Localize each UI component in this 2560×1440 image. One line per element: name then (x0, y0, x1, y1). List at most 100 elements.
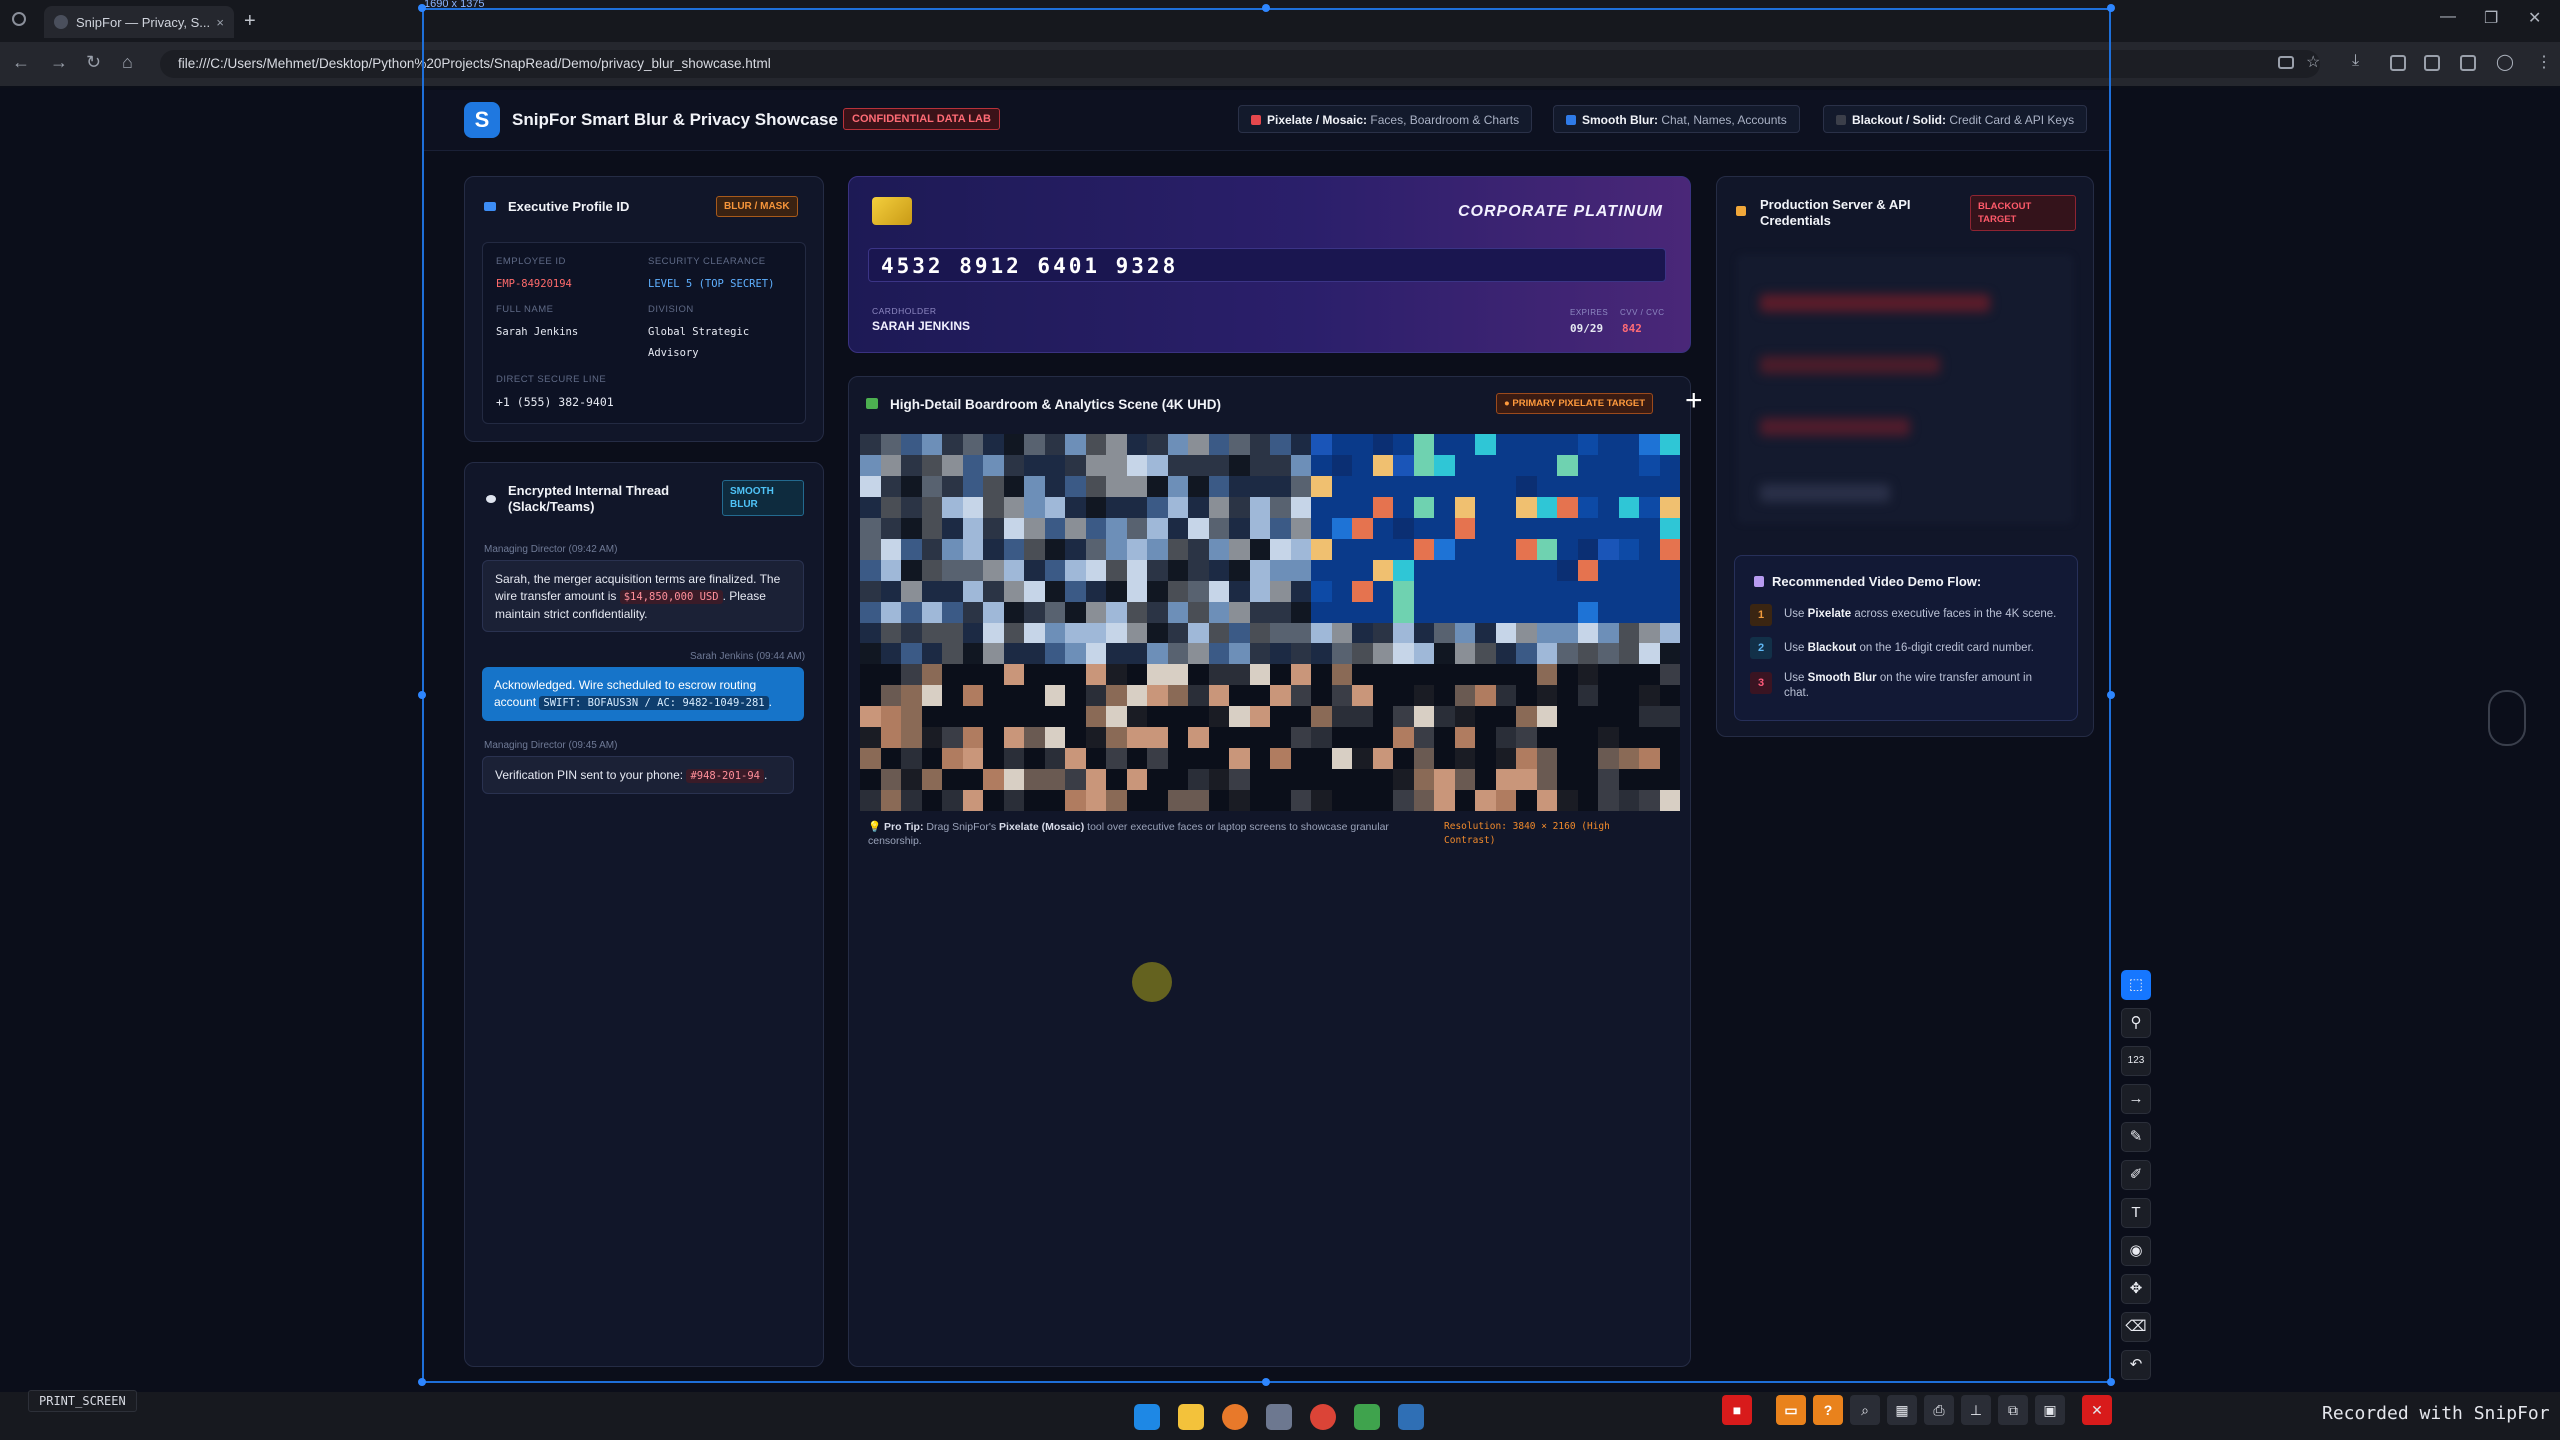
stamp-tool-icon[interactable]: ⚲ (2121, 1008, 2151, 1038)
mosaic-tile (1106, 475, 1127, 497)
counter-tool-icon[interactable]: 123 (2121, 1046, 2151, 1076)
resize-handle[interactable] (1262, 4, 1270, 12)
mosaic-tile (1352, 434, 1373, 455)
mosaic-tile (1229, 643, 1250, 665)
download-icon[interactable]: ⤓ (2352, 52, 2359, 70)
mosaic-tile (901, 538, 922, 560)
extensions-icon[interactable] (2460, 55, 2476, 71)
mosaic-tile (1659, 727, 1680, 749)
mosaic-tile (1536, 643, 1557, 665)
mosaic-tile (1475, 601, 1496, 623)
color-palette-icon[interactable]: ◉ (2121, 1236, 2151, 1266)
mosaic-tile (1188, 434, 1209, 455)
windows-start-icon[interactable] (1134, 1404, 1160, 1430)
mosaic-tile (1413, 517, 1434, 539)
record-button[interactable]: ■ (1722, 1395, 1752, 1425)
chrome-icon[interactable] (1310, 1404, 1336, 1430)
qr-button[interactable]: ▦ (1887, 1395, 1917, 1425)
browser-menu-dots-icon[interactable]: ⋮ (2536, 52, 2552, 72)
text-tool-icon[interactable]: T (2121, 1198, 2151, 1228)
resize-handle[interactable] (418, 1378, 426, 1386)
mosaic-tile (1516, 496, 1537, 518)
address-bar[interactable]: file:///C:/Users/Mehmet/Desktop/Python%2… (160, 50, 2320, 78)
mosaic-tile (921, 454, 942, 476)
bookmarks-icon[interactable] (2390, 55, 2406, 71)
pro-tip-text: Drag SnipFor's (926, 821, 997, 833)
help-button[interactable]: ? (1813, 1395, 1843, 1425)
maximize-button[interactable]: ❐ (2484, 8, 2498, 28)
full-name-label: FULL NAME (496, 304, 554, 315)
minimize-button[interactable]: — (2440, 8, 2456, 26)
resize-handle[interactable] (418, 691, 426, 699)
mosaic-tile (921, 706, 942, 728)
legend-blackout: Blackout / Solid: Credit Card & API Keys (1823, 105, 2088, 133)
mosaic-tile (1598, 622, 1619, 644)
mosaic-tile (880, 601, 901, 623)
settings-app-icon[interactable] (1266, 1404, 1292, 1430)
pen-tool-icon[interactable]: ✎ (2121, 1122, 2151, 1152)
mosaic-tile (1167, 790, 1188, 811)
browser-tab[interactable]: SnipFor — Privacy, S... × (44, 6, 234, 38)
select-tool-icon[interactable]: ⬚ (2121, 970, 2151, 1000)
close-window-button[interactable]: ✕ (2528, 8, 2541, 28)
resize-handle[interactable] (1262, 1378, 1270, 1386)
direct-line-value: +1 (555) 382-9401 (496, 395, 614, 409)
resize-handle[interactable] (2107, 4, 2115, 12)
mosaic-tile (1352, 517, 1373, 539)
back-icon[interactable]: ← (12, 52, 30, 73)
arrow-tool-icon[interactable]: → (2121, 1084, 2151, 1114)
mosaic-tile (1434, 727, 1455, 749)
mosaic-tile (1393, 475, 1414, 497)
mosaic-tile (1598, 769, 1619, 791)
move-tool-icon[interactable]: ✥ (2121, 1274, 2151, 1304)
mosaic-tile (1434, 454, 1455, 476)
editor-app-icon[interactable] (1398, 1404, 1424, 1430)
undo-tool-icon[interactable]: ↶ (2121, 1350, 2151, 1380)
new-tab-button[interactable]: + (244, 10, 256, 33)
mosaic-tile (1188, 748, 1209, 770)
marker-tool-icon[interactable]: ✐ (2121, 1160, 2151, 1190)
step-post: on the 16-digit credit card number. (1859, 642, 2034, 654)
mosaic-tile (1126, 454, 1147, 476)
browser-menu-icon[interactable] (12, 12, 26, 26)
bookmark-star-icon[interactable]: ☆ (2306, 52, 2320, 72)
step-number: 2 (1750, 637, 1772, 659)
mosaic-tile (942, 496, 963, 518)
mosaic-tile (1167, 685, 1188, 707)
copy-button[interactable]: ⧉ (1998, 1395, 2028, 1425)
mosaic-tile (1024, 538, 1045, 560)
forward-icon[interactable]: → (50, 52, 68, 73)
file-explorer-icon[interactable] (1178, 1404, 1204, 1430)
mosaic-tile (1536, 664, 1557, 686)
mosaic-tile (1536, 769, 1557, 791)
resize-handle[interactable] (2107, 1378, 2115, 1386)
mosaic-tile (1475, 538, 1496, 560)
mosaic-tile (1085, 559, 1106, 581)
translate-icon[interactable] (2278, 56, 2294, 69)
mosaic-tile (1475, 559, 1496, 581)
mosaic-tile (1188, 790, 1209, 811)
resize-handle[interactable] (2107, 691, 2115, 699)
pin-button[interactable]: ⊥ (1961, 1395, 1991, 1425)
reload-icon[interactable]: ↻ (86, 52, 101, 73)
eraser-tool-icon[interactable]: ⌫ (2121, 1312, 2151, 1342)
resolution-note: Resolution: 3840 × 2160 (High Contrast) (1444, 820, 1610, 848)
resize-handle[interactable] (418, 4, 426, 12)
folder-icon[interactable] (2424, 55, 2440, 71)
pixelated-boardroom-image[interactable] (860, 434, 1680, 811)
mosaic-tile (1208, 643, 1229, 665)
screen-button[interactable]: ▭ (1776, 1395, 1806, 1425)
tab-close-icon[interactable]: × (216, 15, 224, 30)
mosaic-tile (1147, 643, 1168, 665)
print-button[interactable]: ⎙ (1924, 1395, 1954, 1425)
profile-icon[interactable]: ◯ (2496, 52, 2514, 72)
snipfor-app-icon[interactable] (1222, 1404, 1248, 1430)
layers-app-icon[interactable] (1354, 1404, 1380, 1430)
close-capture-button[interactable]: ✕ (2082, 1395, 2112, 1425)
mosaic-tile (1352, 538, 1373, 560)
mosaic-tile (1085, 706, 1106, 728)
save-button[interactable]: ▣ (2035, 1395, 2065, 1425)
home-icon[interactable]: ⌂ (122, 52, 133, 73)
ocr-button[interactable]: ⌕ (1850, 1395, 1880, 1425)
mosaic-tile (1065, 706, 1086, 728)
